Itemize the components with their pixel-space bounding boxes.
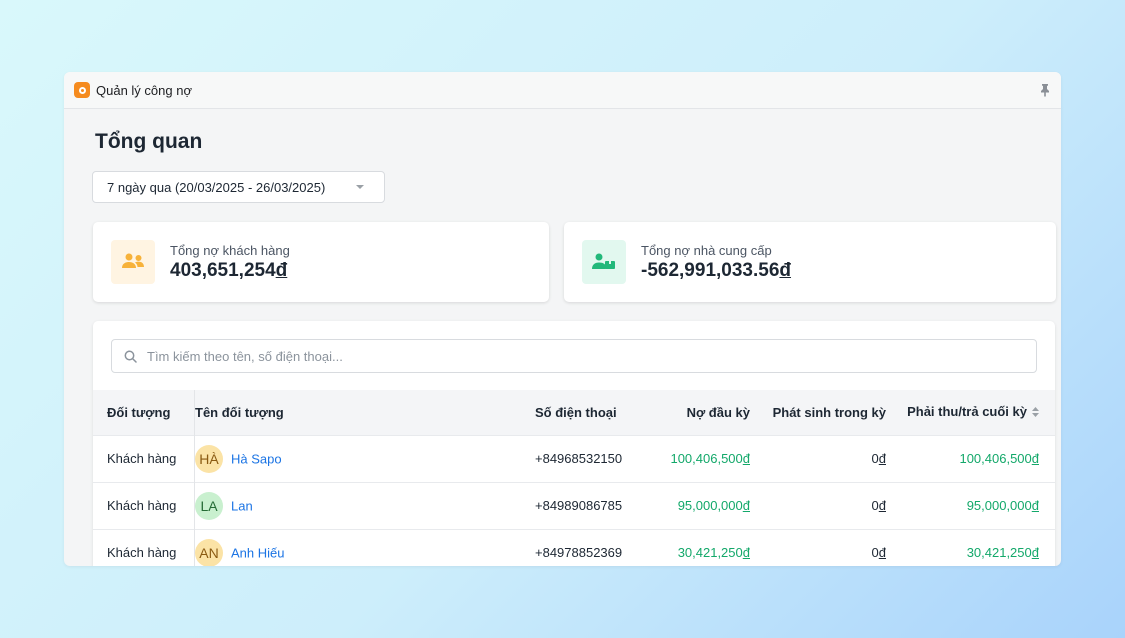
pin-icon[interactable] bbox=[1039, 83, 1051, 97]
col-header-type: Đối tượng bbox=[107, 404, 171, 420]
supplier-debt-label: Tổng nợ nhà cung cấp bbox=[641, 242, 772, 258]
app-title: Quản lý công nợ bbox=[96, 82, 192, 98]
search-placeholder: Tìm kiếm theo tên, số điện thoại... bbox=[147, 348, 343, 364]
search-input[interactable]: Tìm kiếm theo tên, số điện thoại... bbox=[111, 339, 1037, 373]
cell-incurred: 0đ bbox=[765, 528, 900, 566]
chevron-down-icon bbox=[356, 185, 364, 189]
cell-closing: 95,000,000đ bbox=[900, 481, 1055, 529]
cell-type: Khách hàng bbox=[93, 528, 195, 566]
avatar: LA bbox=[195, 491, 223, 520]
cell-phone: +84968532150 bbox=[534, 434, 646, 482]
cell-opening: 30,421,250đ bbox=[646, 528, 765, 566]
table-row[interactable]: Khách hàng LA Lan +84989086785 95,000,000… bbox=[93, 481, 1055, 529]
cell-name: LA Lan bbox=[194, 481, 534, 529]
supplier-debt-value: -562,991,033.56đ bbox=[641, 259, 792, 281]
cell-opening: 95,000,000đ bbox=[646, 481, 765, 529]
date-range-select[interactable]: 7 ngày qua (20/03/2025 - 26/03/2025) bbox=[92, 171, 385, 203]
search-icon bbox=[124, 350, 137, 363]
date-range-value: 7 ngày qua (20/03/2025 - 26/03/2025) bbox=[107, 179, 326, 195]
col-header-closing[interactable]: Phải thu/trả cuối kỳ bbox=[900, 390, 1055, 435]
cell-name: HÀ Hà Sapo bbox=[194, 434, 534, 482]
cell-type: Khách hàng bbox=[93, 481, 195, 529]
table-row[interactable]: Khách hàng AN Anh Hiếu +84978852369 30,42… bbox=[93, 528, 1055, 566]
customer-name-link[interactable]: Lan bbox=[231, 498, 253, 513]
debt-table: Đối tượng Tên đối tượng Số điện thoại Nợ… bbox=[93, 390, 1055, 566]
cell-opening: 100,406,500đ bbox=[646, 434, 765, 482]
page-title: Tổng quan bbox=[95, 130, 203, 153]
cell-phone: +84978852369 bbox=[534, 528, 646, 566]
cell-incurred: 0đ bbox=[765, 434, 900, 482]
cell-incurred: 0đ bbox=[765, 481, 900, 529]
cell-closing: 30,421,250đ bbox=[900, 528, 1055, 566]
avatar: HÀ bbox=[195, 444, 223, 473]
cell-name: AN Anh Hiếu bbox=[194, 528, 534, 566]
app-window: Quản lý công nợ Tổng quan 7 ngày qua (20… bbox=[64, 72, 1061, 566]
col-header-opening: Nợ đầu kỳ bbox=[686, 404, 750, 420]
cell-closing: 100,406,500đ bbox=[900, 434, 1055, 482]
table-header-row: Đối tượng Tên đối tượng Số điện thoại Nợ… bbox=[93, 390, 1055, 435]
debt-table-panel: Tìm kiếm theo tên, số điện thoại... Đối … bbox=[93, 321, 1055, 566]
avatar: AN bbox=[195, 538, 223, 566]
customer-debt-label: Tổng nợ khách hàng bbox=[170, 242, 290, 258]
table-row[interactable]: Khách hàng HÀ Hà Sapo +84968532150 100,40… bbox=[93, 434, 1055, 482]
title-bar: Quản lý công nợ bbox=[64, 72, 1061, 109]
sort-icon[interactable] bbox=[1032, 405, 1039, 420]
customer-debt-card: Tổng nợ khách hàng 403,651,254đ bbox=[93, 222, 549, 302]
customers-icon bbox=[111, 240, 155, 284]
customer-name-link[interactable]: Hà Sapo bbox=[231, 451, 282, 466]
col-header-phone: Số điện thoại bbox=[535, 404, 617, 420]
supplier-icon bbox=[582, 240, 626, 284]
customer-name-link[interactable]: Anh Hiếu bbox=[231, 545, 284, 560]
supplier-debt-card: Tổng nợ nhà cung cấp -562,991,033.56đ bbox=[564, 222, 1056, 302]
app-logo-icon bbox=[74, 82, 90, 98]
customer-debt-value: 403,651,254đ bbox=[170, 259, 288, 281]
col-header-name: Tên đối tượng bbox=[194, 390, 534, 435]
cell-phone: +84989086785 bbox=[534, 481, 646, 529]
col-header-incurred: Phát sinh trong kỳ bbox=[772, 404, 886, 420]
cell-type: Khách hàng bbox=[93, 434, 195, 482]
